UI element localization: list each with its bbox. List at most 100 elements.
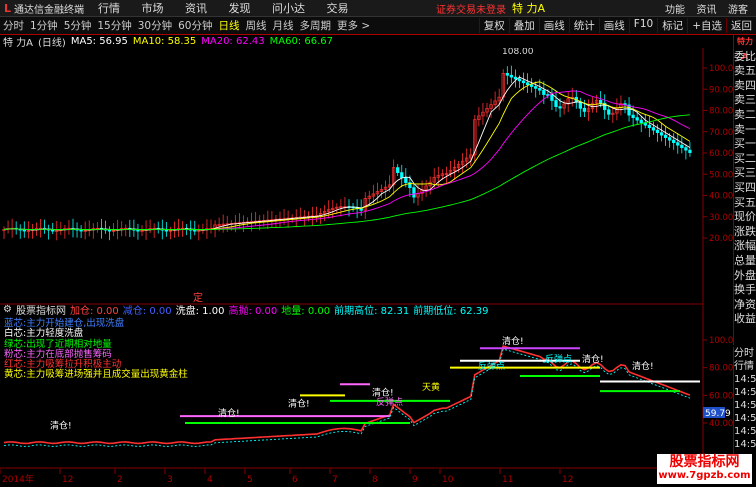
menu-item-quotes[interactable]: 行情 — [98, 2, 120, 15]
time-entry: 14:56 — [734, 400, 756, 411]
moving-average-lines — [3, 76, 691, 231]
legend-yellow: 黄芯:主力吸筹进场强并且成交量出现黄金柱 — [4, 369, 188, 381]
side-item[interactable]: 外盘 — [734, 269, 756, 284]
high-price-label: 108.00 — [502, 48, 534, 57]
tool-overlay[interactable]: 叠加 — [508, 18, 539, 33]
candle-body — [513, 76, 518, 80]
side-item[interactable]: 涨幅 — [734, 239, 756, 254]
candle-body — [164, 229, 169, 232]
indicator-field-sell-high: 高抛: 0.00 — [228, 306, 278, 317]
period-tab-1min[interactable]: 1分钟 — [27, 18, 61, 33]
menu-item-trade[interactable]: 交易 — [327, 2, 349, 15]
date-tick-label: 9 — [412, 475, 418, 485]
side-item[interactable]: 买五 — [734, 196, 756, 211]
time-entry: 14:56 — [734, 439, 756, 450]
period-tab-30min[interactable]: 30分钟 — [135, 18, 175, 33]
price-tick-label: 50.00 — [709, 170, 733, 180]
date-tick-label: 2 — [117, 475, 123, 485]
side-item[interactable]: 委比 — [734, 50, 756, 65]
candle-body — [651, 127, 656, 131]
side-item[interactable]: 卖三 — [734, 93, 756, 108]
candle-body — [525, 82, 530, 85]
indicator-tick-label: 80.00 — [709, 364, 733, 374]
tool-f10[interactable]: F10 — [628, 18, 657, 33]
period-tab-multi[interactable]: 多周期 — [297, 18, 335, 33]
candle-body — [509, 74, 514, 78]
side-item[interactable]: 涨跌 — [734, 225, 756, 240]
side-item[interactable]: 卖二 — [734, 108, 756, 123]
side-item[interactable]: 总量 — [734, 254, 756, 269]
candle-body — [107, 229, 112, 232]
period-tab-60min[interactable]: 60分钟 — [175, 18, 215, 33]
ma-info-bar: 特 力A (日线) MA5: 56.95 MA10: 58.35 MA20: 6… — [0, 35, 756, 49]
menu-item-market[interactable]: 市场 — [142, 2, 164, 15]
candle-body — [79, 229, 83, 232]
tool-stats[interactable]: 统计 — [568, 18, 599, 33]
indicator-annotation: 天黄 — [422, 381, 440, 393]
app-name: 通达信金融终端 — [14, 4, 85, 16]
date-tick-label: 5 — [247, 475, 253, 485]
function-button[interactable]: 功能 — [665, 5, 685, 16]
side-item[interactable]: 卖一 — [734, 123, 756, 138]
date-tick-label: 12 — [562, 475, 573, 485]
login-warning[interactable]: 证券交易未登录 — [436, 1, 506, 16]
side-item[interactable]: 买二 — [734, 152, 756, 167]
price-tick-label: 80.00 — [709, 107, 733, 117]
info-stock-name: 特 力A — [3, 38, 34, 49]
side-item[interactable]: 买三 — [734, 166, 756, 181]
kline-chart[interactable]: 100.0 90.00 80.00 70.00 60.00 50.00 40.00 30.00… — [0, 48, 734, 487]
ma60-value: MA60: 66.67 — [269, 36, 333, 47]
period-tab-15min[interactable]: 15分钟 — [94, 18, 134, 33]
side-item[interactable]: 净资 — [734, 298, 756, 313]
side-item[interactable]: 现价 — [734, 210, 756, 225]
menu-item-ask[interactable]: 问小达 — [272, 2, 305, 15]
period-tab-more[interactable]: 更多 > — [334, 18, 373, 33]
app-logo: L — [4, 1, 12, 15]
candle-body — [517, 78, 522, 82]
news-button[interactable]: 资讯 — [697, 5, 717, 16]
menu-item-news[interactable]: 资讯 — [185, 2, 207, 15]
tool-mark[interactable]: 标记 — [657, 18, 687, 33]
candle-body — [631, 114, 635, 118]
time-panel-sub[interactable]: 行情 — [734, 360, 756, 373]
period-tab-monthly[interactable]: 月线 — [270, 18, 297, 33]
candle-body — [635, 117, 639, 121]
price-tick-label: 40.00 — [709, 192, 733, 202]
candle-body — [655, 129, 660, 133]
period-tab-daily[interactable]: 日线 — [216, 18, 243, 33]
candle-body — [659, 132, 664, 136]
tool-draw-lines[interactable]: 画线 — [598, 18, 629, 33]
candle-body — [51, 229, 55, 232]
tool-draw[interactable]: 画线 — [538, 18, 569, 33]
side-item[interactable]: 买四 — [734, 181, 756, 196]
indicator-annotation: 清仓! — [218, 407, 240, 419]
period-tab-5min[interactable]: 5分钟 — [61, 18, 95, 33]
candle-body — [396, 167, 400, 173]
tool-back[interactable]: 返回 — [726, 18, 756, 33]
indicator-gear-icon[interactable]: ⚙ — [3, 304, 12, 315]
candle-body — [359, 208, 363, 211]
side-item[interactable]: 卖五 — [734, 64, 756, 79]
indicator-name[interactable]: 股票指标网 — [16, 302, 66, 317]
tool-add-watchlist[interactable]: +自选 — [687, 18, 726, 33]
side-item[interactable]: 卖四 — [734, 79, 756, 94]
side-panel-header: 特力A — [737, 37, 753, 61]
indicator-tick-label: 40.00 — [709, 419, 733, 429]
time-panel-header[interactable]: 分时 — [734, 347, 756, 360]
candle-body — [684, 147, 688, 151]
tool-restore-rights[interactable]: 复权 — [478, 18, 509, 33]
side-item[interactable]: 收益 — [734, 312, 756, 327]
period-tab-timeshare[interactable]: 分时 — [0, 18, 27, 33]
guest-button[interactable]: 游客 — [728, 5, 748, 16]
menu-item-discover[interactable]: 发现 — [229, 2, 251, 15]
side-item[interactable]: 买一 — [734, 137, 756, 152]
period-tab-weekly[interactable]: 周线 — [243, 18, 270, 33]
candle-body — [404, 177, 408, 183]
candle-body — [607, 109, 611, 115]
price-tick-label: 70.00 — [709, 128, 733, 138]
candle-body — [598, 99, 603, 104]
candle-body — [521, 80, 526, 84]
date-axis: 2014年 12 2 3 4 5 6 7 8 9 10 11 12 — [0, 469, 573, 485]
side-item[interactable]: 换手 — [734, 283, 756, 298]
time-entry: 14:56 — [734, 426, 756, 437]
